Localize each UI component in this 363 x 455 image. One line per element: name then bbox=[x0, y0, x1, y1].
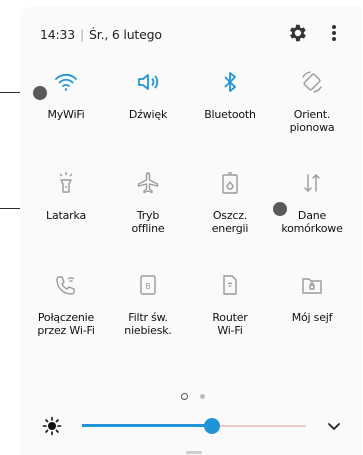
speaker-icon bbox=[138, 74, 159, 90]
brightness-icon bbox=[42, 416, 62, 436]
svg-text:B: B bbox=[145, 282, 151, 291]
flashlight-icon bbox=[59, 172, 73, 193]
more-options-icon[interactable] bbox=[326, 22, 342, 44]
secure-folder-icon bbox=[302, 278, 322, 294]
page-indicator bbox=[20, 392, 361, 402]
tile-label: Filtr św. niebiesk. bbox=[124, 311, 172, 337]
gear-icon[interactable] bbox=[286, 22, 308, 44]
callout-marker-bottom bbox=[273, 202, 287, 216]
panel-drag-handle[interactable] bbox=[186, 451, 202, 454]
wifi-calling-icon bbox=[56, 276, 75, 295]
battery-saver-icon bbox=[222, 172, 238, 194]
brightness-row bbox=[20, 411, 361, 441]
callout-marker-top bbox=[33, 86, 47, 100]
tile-label: Dźwięk bbox=[128, 108, 168, 121]
panel-header: 14:33 | Śr., 6 lutego bbox=[20, 20, 361, 48]
tile-label: Orient. pionowa bbox=[289, 108, 335, 134]
tile-label: Bluetooth bbox=[204, 108, 256, 121]
blue-light-filter-icon: B bbox=[140, 275, 156, 295]
rotation-lock-icon bbox=[302, 71, 322, 93]
wifi-icon bbox=[55, 73, 77, 91]
brightness-track-fill bbox=[82, 424, 212, 427]
tile-label: Połączenie przez Wi-Fi bbox=[37, 311, 95, 337]
page-dot-current[interactable] bbox=[181, 393, 188, 400]
mobile-data-icon bbox=[304, 174, 320, 192]
tile-label: Tryb offline bbox=[131, 209, 165, 235]
chevron-down-icon[interactable] bbox=[325, 417, 343, 435]
status-separator: | bbox=[80, 27, 85, 42]
status-line: 14:33 | Śr., 6 lutego bbox=[40, 27, 162, 42]
brightness-slider-thumb[interactable] bbox=[203, 418, 220, 434]
tile-label: Router Wi-Fi bbox=[212, 311, 248, 337]
page-dot[interactable] bbox=[200, 394, 205, 399]
clock-time: 14:33 bbox=[40, 27, 76, 42]
tile-label: Oszcz. energii bbox=[211, 209, 249, 235]
quick-settings-panel: 14:33 | Śr., 6 lutego MyWiFi Dźwięk Blueto… bbox=[20, 6, 361, 455]
tile-label: Mój sejf bbox=[291, 311, 333, 324]
date-text: Śr., 6 lutego bbox=[89, 27, 162, 42]
airplane-icon bbox=[137, 172, 159, 194]
hotspot-icon bbox=[223, 275, 237, 295]
tile-label: MyWiFi bbox=[47, 108, 85, 121]
bluetooth-icon bbox=[224, 72, 236, 92]
tile-label: Latarka bbox=[46, 209, 86, 222]
